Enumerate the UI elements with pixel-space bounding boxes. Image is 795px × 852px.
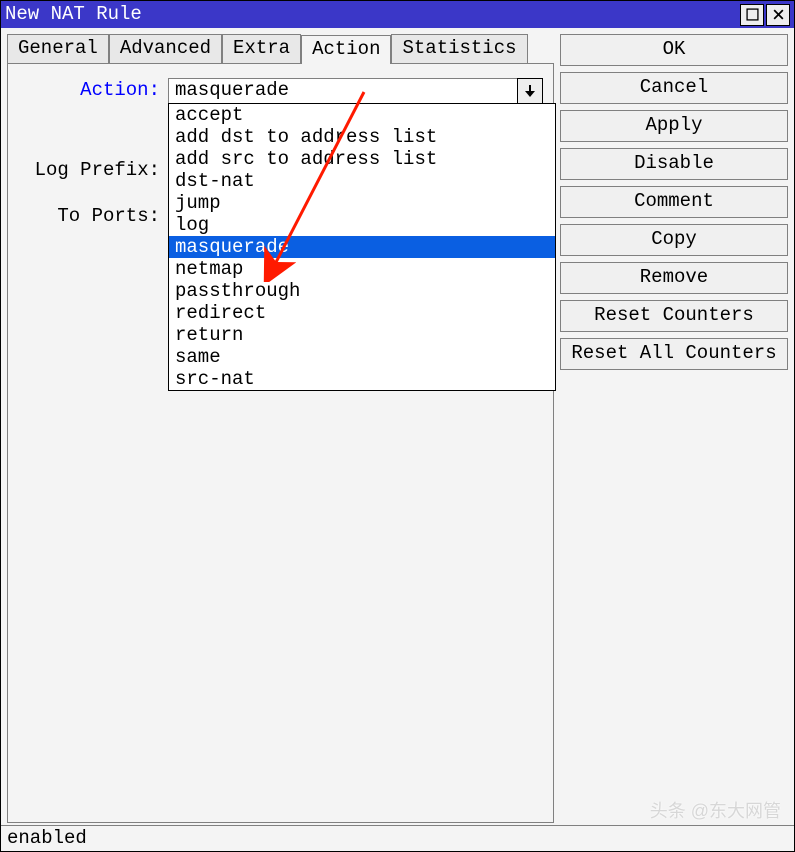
tab-general[interactable]: General (7, 34, 109, 63)
left-pane: GeneralAdvancedExtraActionStatistics Act… (7, 34, 554, 823)
reset-all-counters-button[interactable]: Reset All Counters (560, 338, 788, 370)
tab-body: Action: masquerade Log Prefix: (7, 63, 554, 823)
window-title: New NAT Rule (5, 4, 738, 26)
log-prefix-label: Log Prefix: (18, 160, 168, 182)
dropdown-option[interactable]: add dst to address list (169, 126, 555, 148)
dropdown-option[interactable]: jump (169, 192, 555, 214)
tab-statistics[interactable]: Statistics (391, 34, 527, 63)
dropdown-option[interactable]: dst-nat (169, 170, 555, 192)
reset-counters-button[interactable]: Reset Counters (560, 300, 788, 332)
dropdown-option[interactable]: netmap (169, 258, 555, 280)
tab-extra[interactable]: Extra (222, 34, 301, 63)
dropdown-option[interactable]: return (169, 324, 555, 346)
apply-button[interactable]: Apply (560, 110, 788, 142)
dropdown-option[interactable]: masquerade (169, 236, 555, 258)
tab-action[interactable]: Action (301, 35, 391, 64)
action-combo[interactable]: masquerade (168, 78, 543, 104)
action-dropdown[interactable]: acceptadd dst to address listadd src to … (168, 103, 556, 391)
dropdown-option[interactable]: passthrough (169, 280, 555, 302)
client-area: GeneralAdvancedExtraActionStatistics Act… (1, 28, 794, 825)
titlebar[interactable]: New NAT Rule (1, 1, 794, 28)
ok-button[interactable]: OK (560, 34, 788, 66)
close-button[interactable] (766, 4, 790, 26)
row-action: Action: masquerade (18, 78, 543, 104)
dropdown-option[interactable]: log (169, 214, 555, 236)
dropdown-option[interactable]: accept (169, 104, 555, 126)
action-value: masquerade (175, 80, 289, 102)
copy-button[interactable]: Copy (560, 224, 788, 256)
minimize-button[interactable] (740, 4, 764, 26)
tab-advanced[interactable]: Advanced (109, 34, 222, 63)
dropdown-option[interactable]: redirect (169, 302, 555, 324)
window: New NAT Rule GeneralAdvancedExtraActionS… (0, 0, 795, 852)
dropdown-arrow-icon[interactable] (517, 78, 543, 104)
tabs: GeneralAdvancedExtraActionStatistics (7, 34, 554, 63)
cancel-button[interactable]: Cancel (560, 72, 788, 104)
statusbar: enabled (1, 825, 794, 851)
dropdown-option[interactable]: src-nat (169, 368, 555, 390)
action-label: Action: (18, 80, 168, 102)
remove-button[interactable]: Remove (560, 262, 788, 294)
disable-button[interactable]: Disable (560, 148, 788, 180)
right-buttons: OK Cancel Apply Disable Comment Copy Rem… (560, 34, 788, 823)
dropdown-option[interactable]: add src to address list (169, 148, 555, 170)
comment-button[interactable]: Comment (560, 186, 788, 218)
dropdown-option[interactable]: same (169, 346, 555, 368)
status-text: enabled (7, 828, 87, 850)
to-ports-label: To Ports: (18, 206, 168, 228)
